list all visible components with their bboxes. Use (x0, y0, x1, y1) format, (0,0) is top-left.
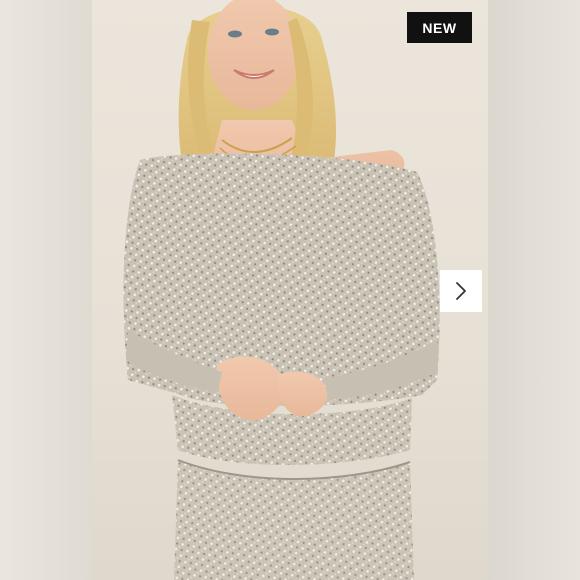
chevron-right-icon (456, 282, 466, 300)
new-badge: NEW (407, 12, 472, 43)
photo-backdrop-left (0, 0, 92, 580)
carousel-next-button[interactable] (440, 270, 482, 312)
listing-photo-frame: NEW (0, 0, 580, 580)
product-photo-illustration (123, 0, 440, 580)
photo-backdrop-right (488, 0, 580, 580)
product-photo[interactable] (92, 0, 488, 580)
